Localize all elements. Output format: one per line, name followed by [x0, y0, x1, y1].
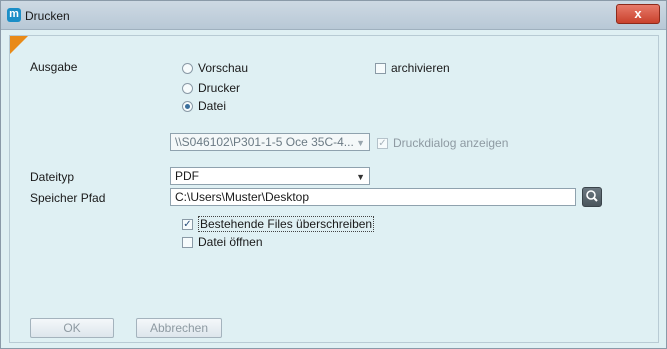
speicher-pfad-input[interactable]: C:\Users\Muster\Desktop: [170, 188, 576, 206]
dateityp-selected-value: PDF: [175, 169, 199, 183]
print-dialog: m Drucken x Ausgabe Vorschau Drucker Dat…: [0, 0, 667, 349]
checkbox[interactable]: ✓: [182, 218, 193, 230]
printer-select[interactable]: \\S046102\P301-1-5 Oce 35C-4... ▼: [170, 133, 370, 151]
checkbox[interactable]: [182, 236, 193, 248]
radio-label: Datei: [198, 99, 227, 113]
close-button[interactable]: x: [616, 4, 660, 24]
radio-button[interactable]: [182, 100, 193, 112]
search-icon: [586, 190, 598, 202]
radio-button[interactable]: [182, 82, 193, 94]
radio-label: Drucker: [198, 81, 241, 95]
printer-selected-value: \\S046102\P301-1-5 Oce 35C-4...: [175, 135, 354, 149]
radio-drucker[interactable]: Drucker: [182, 81, 240, 95]
title-bar[interactable]: m Drucken x: [1, 1, 666, 30]
dialog-content: Ausgabe Vorschau Drucker Datei archivier…: [9, 35, 659, 343]
druckdialog-checkbox[interactable]: ✓ Druckdialog anzeigen: [377, 136, 508, 150]
corner-accent-icon: [10, 36, 28, 54]
checkbox-label: Bestehende Files überschreiben: [198, 216, 375, 232]
open-file-checkbox[interactable]: Datei öffnen: [182, 235, 263, 249]
browse-button[interactable]: [582, 187, 602, 207]
speicher-pfad-label: Speicher Pfad: [30, 191, 106, 205]
radio-label: Vorschau: [198, 61, 249, 75]
radio-datei[interactable]: Datei: [182, 99, 226, 113]
chevron-down-icon: ▼: [356, 138, 365, 148]
app-logo-icon: m: [7, 8, 21, 22]
dateityp-label: Dateityp: [30, 170, 75, 184]
dateityp-select[interactable]: PDF ▼: [170, 167, 370, 185]
radio-vorschau[interactable]: Vorschau: [182, 61, 248, 75]
ok-button[interactable]: OK: [30, 318, 114, 338]
checkbox-label: archivieren: [391, 61, 450, 75]
overwrite-checkbox[interactable]: ✓ Bestehende Files überschreiben: [182, 216, 375, 232]
ausgabe-label: Ausgabe: [30, 60, 78, 74]
radio-button[interactable]: [182, 62, 193, 74]
checkbox[interactable]: ✓: [377, 137, 388, 149]
checkbox-label: Datei öffnen: [198, 235, 263, 249]
window-title: Drucken: [25, 9, 70, 23]
checkbox[interactable]: [375, 62, 386, 74]
archivieren-checkbox[interactable]: archivieren: [375, 61, 450, 75]
cancel-button[interactable]: Abbrechen: [136, 318, 222, 338]
chevron-down-icon: ▼: [356, 172, 365, 182]
checkbox-label: Druckdialog anzeigen: [393, 136, 509, 150]
